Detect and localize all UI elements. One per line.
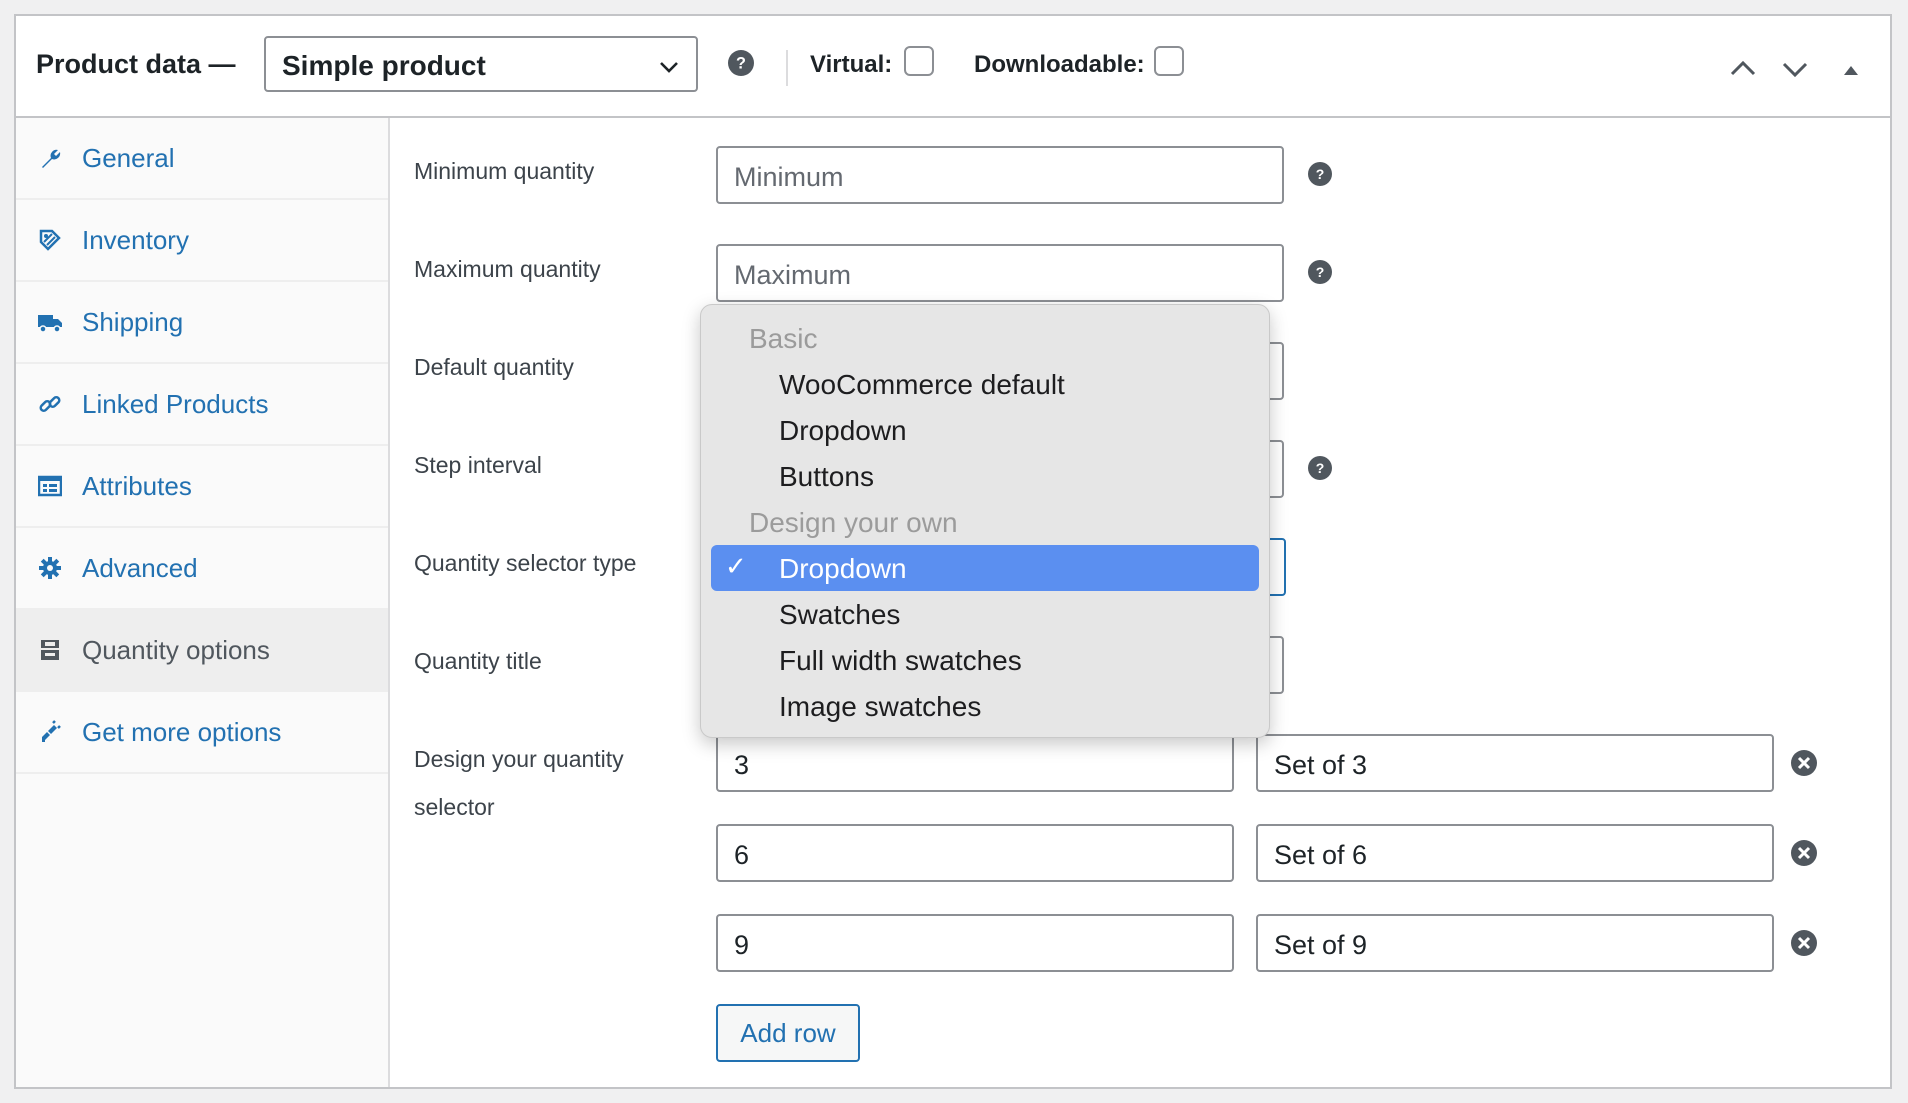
tab-linked-products-label: Linked Products <box>82 388 269 419</box>
row-label-input[interactable]: Set of 9 <box>1256 914 1774 972</box>
row-quantity-input[interactable]: 3 <box>716 734 1234 792</box>
quantity-icon <box>36 636 64 664</box>
tab-shipping-label: Shipping <box>82 306 184 337</box>
tab-general-label: General <box>82 142 175 173</box>
dropdown-option[interactable]: Full width swatches <box>701 637 1269 683</box>
tab-get-more-options-label: Get more options <box>82 716 282 747</box>
chevron-down-icon <box>660 62 678 73</box>
maximum-quantity-label: Maximum quantity <box>414 256 601 282</box>
dropdown-option-selected[interactable]: ✓ Dropdown <box>711 545 1259 591</box>
list-view-icon <box>36 472 64 500</box>
wrench-icon <box>36 144 64 172</box>
tab-attributes-label: Attributes <box>82 470 192 501</box>
tab-shipping[interactable]: Shipping <box>16 282 388 364</box>
maximum-quantity-input[interactable]: Maximum <box>716 244 1284 302</box>
tab-quantity-options-label: Quantity options <box>82 634 270 665</box>
move-up-icon[interactable] <box>1726 54 1760 84</box>
remove-row-icon[interactable] <box>1790 749 1818 777</box>
dropdown-option[interactable]: Buttons <box>701 453 1269 499</box>
link-icon <box>36 390 64 418</box>
plugin-icon <box>36 718 64 746</box>
dropdown-option[interactable]: Swatches <box>701 591 1269 637</box>
downloadable-checkbox[interactable] <box>1154 46 1184 76</box>
svg-text:?: ? <box>736 54 746 72</box>
product-type-select[interactable]: Simple product <box>264 36 698 92</box>
virtual-checkbox[interactable] <box>904 46 934 76</box>
help-icon[interactable]: ? <box>1308 162 1332 186</box>
default-quantity-label: Default quantity <box>414 354 574 380</box>
tab-inventory[interactable]: Inventory <box>16 200 388 282</box>
help-icon[interactable]: ? <box>1308 260 1332 284</box>
help-icon[interactable]: ? <box>1308 456 1332 480</box>
step-interval-label: Step interval <box>414 452 542 478</box>
product-data-header: Product data — Simple product ? Virtual:… <box>16 16 1890 118</box>
svg-text:?: ? <box>1316 166 1325 182</box>
dropdown-option[interactable]: Image swatches <box>701 683 1269 729</box>
gear-icon <box>36 554 64 582</box>
tab-general[interactable]: General <box>16 118 388 200</box>
tab-advanced-label: Advanced <box>82 552 198 583</box>
tab-inventory-label: Inventory <box>82 224 189 255</box>
tab-linked-products[interactable]: Linked Products <box>16 364 388 446</box>
move-down-icon[interactable] <box>1778 54 1812 84</box>
product-data-panel: Product data — Simple product ? Virtual:… <box>14 14 1892 1089</box>
row-label-input[interactable]: Set of 6 <box>1256 824 1774 882</box>
tag-icon <box>36 226 64 254</box>
dropdown-group-basic: Basic <box>749 323 818 354</box>
product-data-title: Product data — <box>36 49 236 79</box>
virtual-label: Virtual: <box>810 51 893 78</box>
dropdown-option[interactable]: WooCommerce default <box>701 361 1269 407</box>
help-icon[interactable]: ? <box>728 50 754 76</box>
tab-attributes[interactable]: Attributes <box>16 446 388 528</box>
dropdown-group-custom: Design your own <box>749 507 958 538</box>
remove-row-icon[interactable] <box>1790 929 1818 957</box>
quantity-title-label: Quantity title <box>414 648 542 674</box>
svg-text:?: ? <box>1316 460 1325 476</box>
dropdown-option[interactable]: Dropdown <box>701 407 1269 453</box>
tab-get-more-options[interactable]: Get more options <box>16 692 388 774</box>
selector-type-dropdown-menu: Basic WooCommerce default Dropdown Butto… <box>700 304 1270 738</box>
tab-advanced[interactable]: Advanced <box>16 528 388 610</box>
design-selector-label-line2: selector <box>414 794 495 820</box>
tab-quantity-options[interactable]: Quantity options <box>16 610 388 692</box>
row-quantity-input[interactable]: 9 <box>716 914 1234 972</box>
row-quantity-input[interactable]: 6 <box>716 824 1234 882</box>
product-type-value: Simple product <box>282 50 486 81</box>
product-data-tabs: General Inventory Shipping Linked Produc… <box>16 118 390 1087</box>
minimum-quantity-label: Minimum quantity <box>414 158 595 184</box>
row-label-input[interactable]: Set of 3 <box>1256 734 1774 792</box>
check-icon: ✓ <box>725 551 747 581</box>
remove-row-icon[interactable] <box>1790 839 1818 867</box>
quantity-selector-type-label: Quantity selector type <box>414 550 637 576</box>
collapse-toggle-icon[interactable] <box>1834 54 1868 84</box>
add-row-button[interactable]: Add row <box>716 1004 860 1062</box>
minimum-quantity-input[interactable]: Minimum <box>716 146 1284 204</box>
design-selector-label-line1: Design your quantity <box>414 746 624 772</box>
downloadable-label: Downloadable: <box>974 51 1145 78</box>
svg-text:?: ? <box>1316 264 1325 280</box>
truck-icon <box>36 308 64 336</box>
header-separator <box>786 50 788 86</box>
